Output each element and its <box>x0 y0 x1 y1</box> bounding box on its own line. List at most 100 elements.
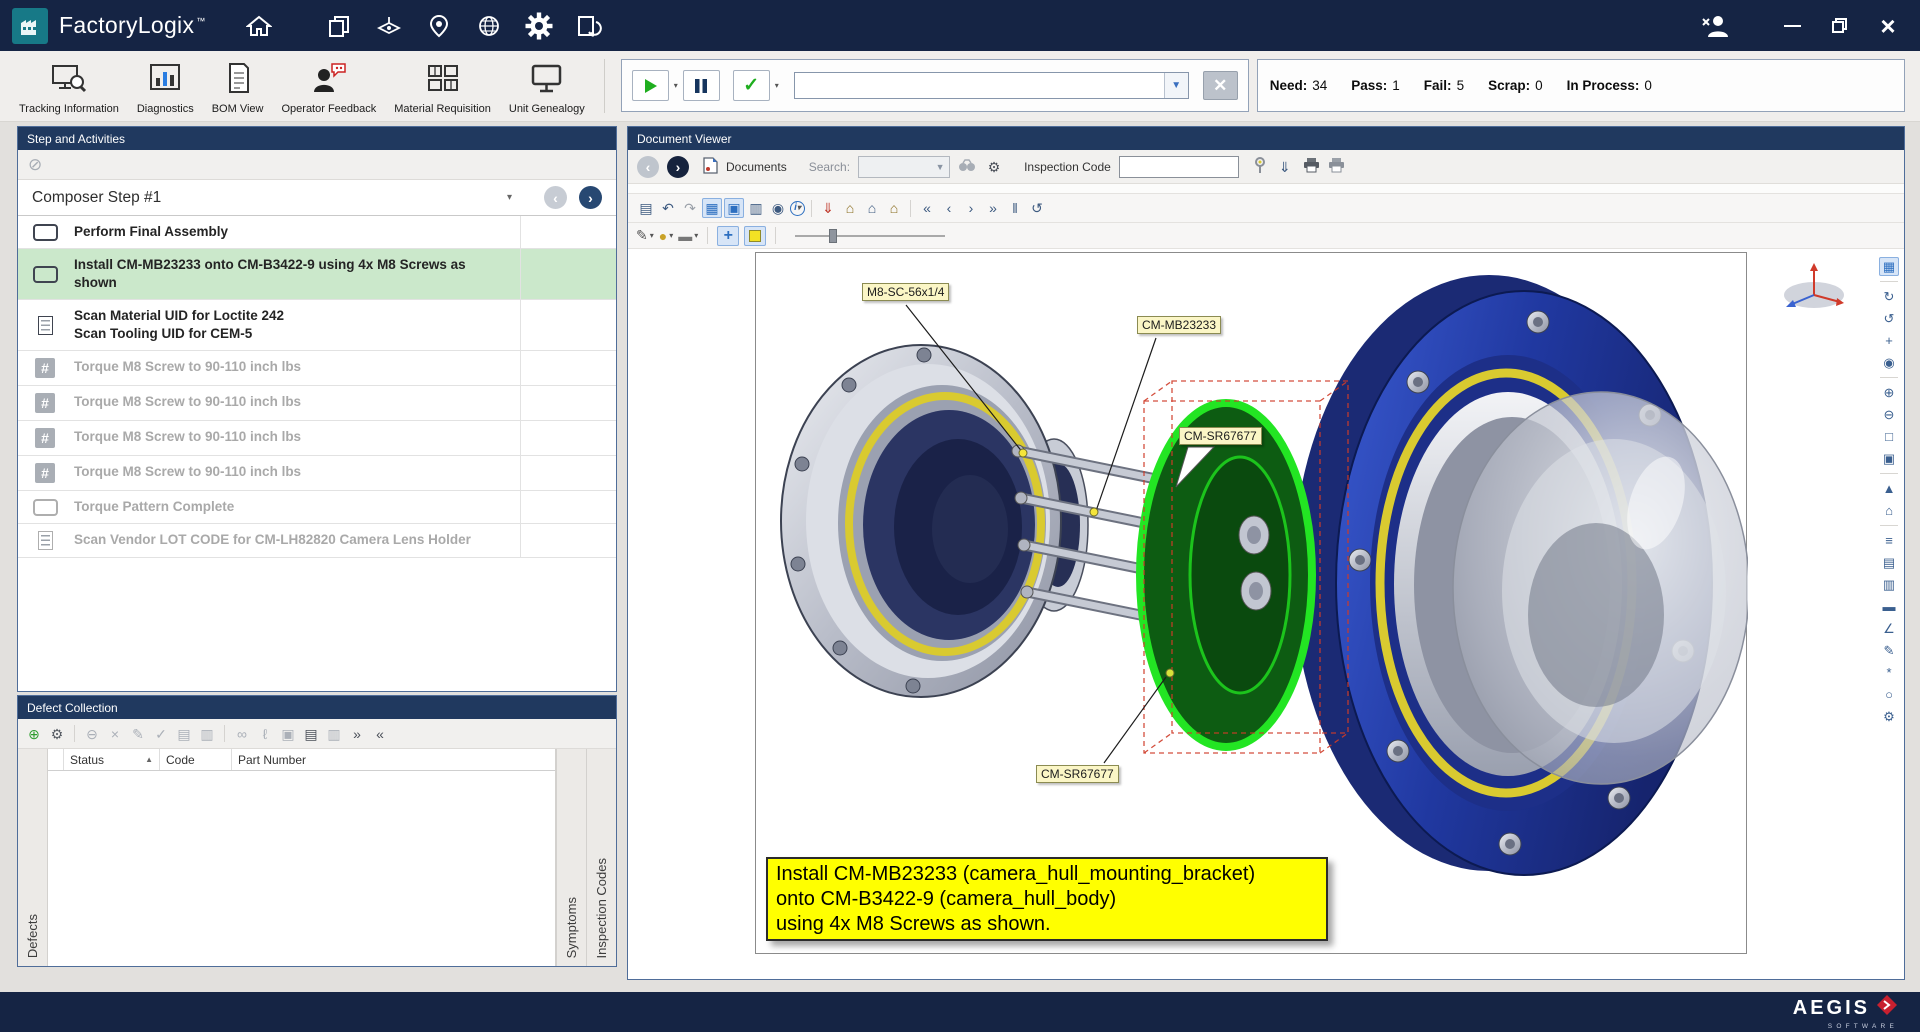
fly-mode-icon[interactable]: ▲ <box>1879 479 1899 498</box>
camera-views-icon[interactable]: ○ <box>1879 685 1899 704</box>
home-icon[interactable] <box>242 9 276 43</box>
zoom-extents-icon[interactable]: ▣ <box>1879 449 1899 468</box>
layout-panes-icon[interactable]: ▦ <box>1879 257 1899 276</box>
step-row-5[interactable]: #Torque M8 Screw to 90-110 inch lbs <box>18 386 616 421</box>
print-all-icon[interactable] <box>1328 158 1345 176</box>
explode-model-icon[interactable]: * <box>1879 663 1899 682</box>
find-binoculars-icon[interactable] <box>958 158 976 175</box>
zoom-slider-handle[interactable] <box>829 229 837 243</box>
complete-button[interactable]: ✓ <box>733 70 770 101</box>
orbit-view-icon[interactable]: ↺ <box>1879 309 1899 328</box>
fit-page-icon[interactable]: ▣ <box>724 198 744 218</box>
pause-button[interactable] <box>683 70 720 101</box>
inspection-code-input[interactable] <box>1119 156 1239 178</box>
pen-tool-button[interactable]: ✎▾ <box>636 227 654 244</box>
cad-document-page[interactable]: M8-SC-56x1/4 CM-MB23233 CM-SR67677 CM-SR… <box>755 252 1747 954</box>
export-list-icon[interactable]: ⇓ <box>1275 157 1295 177</box>
part-number-column-header[interactable]: Part Number <box>232 749 555 770</box>
export-pdf-icon[interactable]: ⇓ <box>818 198 838 218</box>
redo-icon[interactable]: ↷ <box>680 198 700 218</box>
print-preview-icon[interactable]: ▥ <box>324 724 344 744</box>
verify-defect-icon[interactable]: ✓ <box>151 724 171 744</box>
print-defects-icon[interactable]: ▤ <box>301 724 321 744</box>
refresh-document-icon[interactable] <box>572 9 606 43</box>
unit-genealogy-button[interactable]: Unit Genealogy <box>500 51 594 121</box>
close-button[interactable]: × <box>1872 11 1904 41</box>
document-back-button[interactable]: ‹ <box>637 156 659 178</box>
clear-unit-button[interactable]: ✕ <box>1203 71 1238 100</box>
start-button[interactable] <box>632 70 669 101</box>
tracking-information-button[interactable]: Tracking Information <box>10 51 128 121</box>
viewer-settings-icon[interactable]: ⚙ <box>1879 707 1899 726</box>
globe-icon[interactable] <box>472 9 506 43</box>
undo-icon[interactable]: ↶ <box>658 198 678 218</box>
previous-page-icon[interactable]: ‹ <box>939 198 959 218</box>
defect-note-icon[interactable]: ▤ <box>174 724 194 744</box>
link-defect-icon[interactable]: ∞ <box>232 724 252 744</box>
add-defect-icon[interactable]: ⊕ <box>24 724 44 744</box>
image-tools-icon[interactable]: ▥ <box>746 198 766 218</box>
minimize-button[interactable] <box>1776 11 1808 41</box>
look-around-icon[interactable]: ◉ <box>1879 353 1899 372</box>
operator-feedback-button[interactable]: Operator Feedback <box>272 51 385 121</box>
loop-icon[interactable]: ↺ <box>1027 198 1047 218</box>
shape-tool-button[interactable]: ●▾ <box>659 228 673 244</box>
pause-slideshow-icon[interactable]: ‖ <box>1005 198 1025 218</box>
code-locator-icon[interactable] <box>1253 157 1267 177</box>
machine-icon[interactable] <box>372 9 406 43</box>
code-column-header[interactable]: Code <box>160 749 232 770</box>
diagnostics-button[interactable]: Diagnostics <box>128 51 203 121</box>
search-combobox[interactable]: ▼ <box>858 156 950 178</box>
home-view-icon[interactable]: ⌂ <box>1879 501 1899 520</box>
next-step-button[interactable]: › <box>579 186 602 209</box>
status-column-header[interactable]: Status▲ <box>64 749 160 770</box>
defect-list-icon[interactable]: ▥ <box>197 724 217 744</box>
tab-inspection-codes[interactable]: Inspection Codes <box>586 749 616 966</box>
material-requisition-button[interactable]: Material Requisition <box>385 51 500 121</box>
scan-defect-icon[interactable]: » <box>347 724 367 744</box>
delete-defect-icon[interactable]: × <box>105 724 125 744</box>
first-page-icon[interactable]: « <box>917 198 937 218</box>
markup-icon[interactable]: ✎ <box>1879 641 1899 660</box>
start-options-caret[interactable]: ▾ <box>674 82 678 90</box>
step-row-7[interactable]: #Torque M8 Screw to 90-110 inch lbs <box>18 456 616 491</box>
defect-settings-icon[interactable]: ⚙ <box>47 724 67 744</box>
tab-defects[interactable]: Defects <box>18 749 48 966</box>
combobox-dropdown-icon[interactable]: ▼ <box>1164 73 1188 98</box>
defect-image-icon[interactable]: ▣ <box>278 724 298 744</box>
step-row-4[interactable]: #Torque M8 Screw to 90-110 inch lbs <box>18 351 616 386</box>
pan-mode-toggle[interactable]: + <box>717 226 739 246</box>
photo-icon[interactable]: ◉ <box>768 198 788 218</box>
step-row-3[interactable]: Scan Material UID for Loctite 242 Scan T… <box>18 300 616 351</box>
layers-icon[interactable]: ▤ <box>1879 553 1899 572</box>
settings-gear-icon[interactable] <box>522 9 556 43</box>
tab-symptoms[interactable]: Symptoms <box>556 749 586 966</box>
open-document-icon[interactable]: ▤ <box>636 198 656 218</box>
documents-label[interactable]: Documents <box>726 160 787 174</box>
collapse-caret-icon[interactable]: ▾ <box>507 192 512 203</box>
step-row-2[interactable]: Install CM-MB23233 onto CM-B3422-9 using… <box>18 249 616 300</box>
cross-section-icon[interactable]: ▬ <box>1879 597 1899 616</box>
step-row-8[interactable]: Torque Pattern Complete <box>18 491 616 524</box>
home-level-icon[interactable]: ⌂ <box>840 198 860 218</box>
complete-options-caret[interactable]: ▾ <box>775 82 779 90</box>
view-orientation-gizmo[interactable] <box>1778 259 1850 320</box>
remove-defect-icon[interactable]: ⊖ <box>82 724 102 744</box>
measure-icon[interactable]: ∠ <box>1879 619 1899 638</box>
rotate-view-icon[interactable]: ↻ <box>1879 287 1899 306</box>
user-logout-icon[interactable] <box>1698 9 1732 43</box>
print-document-icon[interactable] <box>1303 158 1320 176</box>
edit-defect-icon[interactable]: ✎ <box>128 724 148 744</box>
step-row-9[interactable]: Scan Vendor LOT CODE for CM-LH82820 Came… <box>18 524 616 558</box>
search-dropdown-icon[interactable]: ▼ <box>931 162 949 172</box>
documents-copy-icon[interactable] <box>322 9 356 43</box>
eraser-tool-button[interactable]: ▬▾ <box>678 228 698 244</box>
bom-view-button[interactable]: BOM View <box>203 51 273 121</box>
document-forward-button[interactable]: › <box>667 156 689 178</box>
search-settings-icon[interactable]: ⚙ <box>984 157 1004 177</box>
previous-step-button[interactable]: ‹ <box>544 186 567 209</box>
views-icon[interactable]: ▥ <box>1879 575 1899 594</box>
zoom-slider[interactable] <box>795 227 945 245</box>
defect-table-body[interactable] <box>48 771 555 966</box>
step-row-1[interactable]: Perform Final Assembly <box>18 216 616 249</box>
